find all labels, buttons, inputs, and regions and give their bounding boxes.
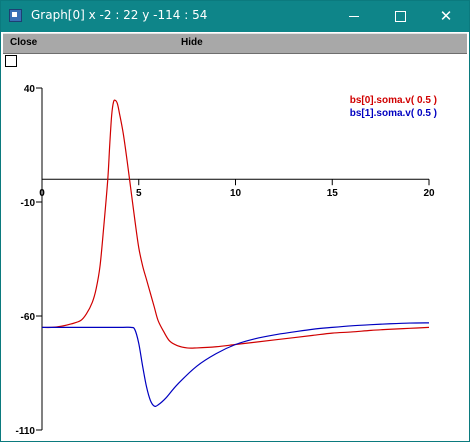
x-tick-label: 5 bbox=[136, 188, 142, 199]
y-tick-label: -10 bbox=[21, 198, 36, 209]
legend-entry-0: bs[0].soma.v( 0.5 ) bbox=[350, 95, 437, 106]
plot-axes: 0 5 10 15 20 40 -10 -60 -110 bbox=[16, 84, 435, 437]
x-tick-label: 20 bbox=[423, 188, 435, 199]
plot-series bbox=[41, 99, 430, 407]
legend-entry-1: bs[1].soma.v( 0.5 ) bbox=[350, 108, 437, 119]
y-tick-label: -60 bbox=[21, 312, 36, 323]
y-tick-label: -110 bbox=[16, 426, 36, 437]
series-line-0 bbox=[41, 99, 430, 349]
x-tick-label: 10 bbox=[230, 188, 242, 199]
y-tick-label: 40 bbox=[24, 84, 36, 95]
voltage-plot[interactable]: 0 5 10 15 20 40 -10 -60 -110 bs[0].soma.v( 0.5 )… bbox=[0, 0, 470, 442]
series-line-1 bbox=[41, 322, 430, 407]
x-tick-label: 15 bbox=[327, 188, 339, 199]
plot-legend: bs[0].soma.v( 0.5 ) bs[1].soma.v( 0.5 ) bbox=[350, 95, 437, 119]
x-tick-label: 0 bbox=[39, 188, 45, 199]
